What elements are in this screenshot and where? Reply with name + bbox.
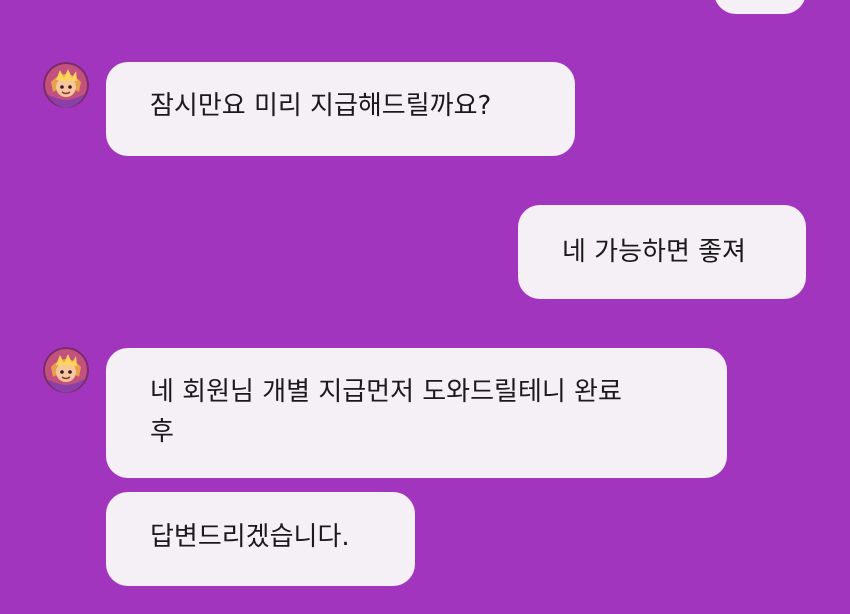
message-text: 잠시만요 미리 지급해드릴까요?: [150, 91, 492, 121]
incoming-message-bubble[interactable]: 답변드리겠습니다.: [106, 492, 415, 586]
incoming-message-bubble[interactable]: 네 회원님 개별 지급먼저 도와드릴테니 완료 후: [106, 348, 727, 478]
message-text: 네 회원님 개별 지급먼저 도와드릴테니 완료 후: [150, 377, 622, 447]
incoming-message-bubble[interactable]: 잠시만요 미리 지급해드릴까요?: [106, 62, 575, 156]
character-avatar-icon[interactable]: [43, 62, 89, 108]
outgoing-message-bubble[interactable]: [714, 0, 806, 14]
character-avatar-icon[interactable]: [43, 347, 89, 393]
outgoing-message-bubble[interactable]: 네 가능하면 좋져: [518, 205, 806, 299]
message-text: 답변드리겠습니다.: [150, 522, 350, 552]
message-text: 네 가능하면 좋져: [562, 237, 746, 267]
